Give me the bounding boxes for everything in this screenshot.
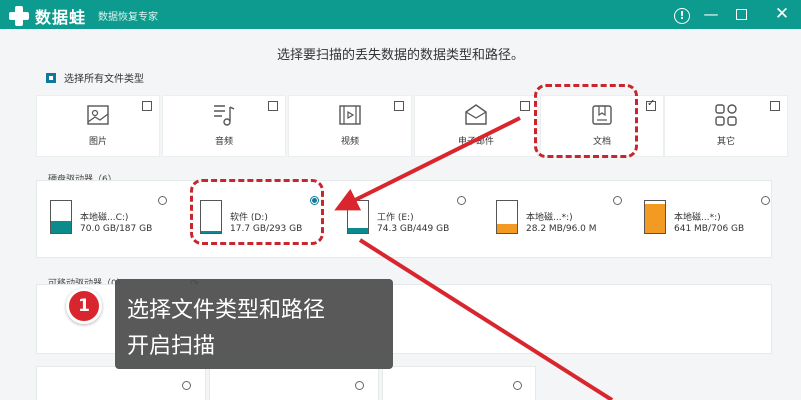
arrow-line-down [358,238,614,400]
arrow-to-drive [334,116,521,211]
callout-line-2: 开启扫描 [127,334,216,359]
step-callout: 选择文件类型和路径 开启扫描 [115,279,393,369]
callout-line-1: 选择文件类型和路径 [127,298,326,323]
step-badge: 1 [66,288,102,324]
